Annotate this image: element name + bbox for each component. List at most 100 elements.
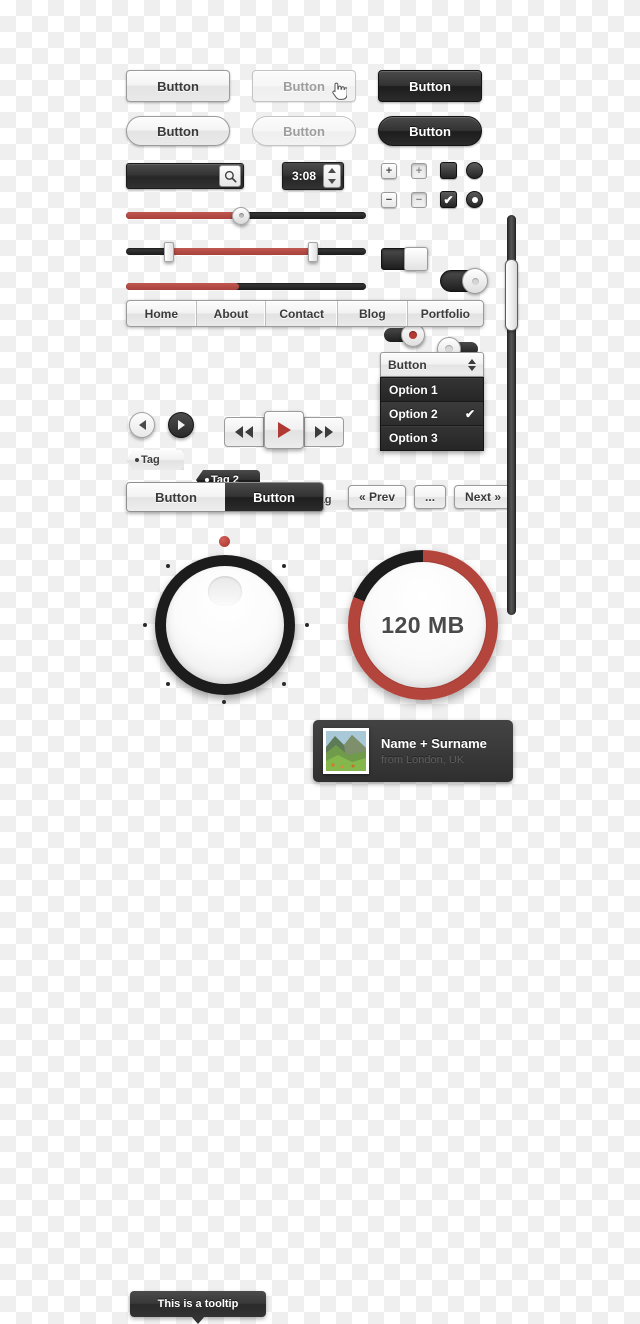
- profile-name: Name + Surname: [381, 736, 487, 751]
- check-icon: ✔: [464, 406, 475, 421]
- play-icon: [277, 422, 291, 438]
- pagination[interactable]: « Prev ... Next »: [348, 485, 513, 509]
- toggle-handle[interactable]: [462, 268, 488, 294]
- minus-icon: −: [415, 193, 423, 206]
- plus-icon: +: [385, 164, 393, 177]
- time-stepper-value: 3:08: [291, 169, 317, 183]
- pagination-ellipsis[interactable]: ...: [414, 485, 447, 509]
- toggle-handle[interactable]: [404, 247, 428, 271]
- dropdown-option-label: Option 2: [389, 406, 438, 421]
- rewind-icon: [235, 426, 253, 438]
- circle-button-next[interactable]: [168, 412, 194, 438]
- nav-item-home[interactable]: Home: [127, 301, 197, 326]
- profile-subtitle: from London, UK: [381, 754, 465, 766]
- progress-ring[interactable]: 120 MB: [348, 550, 498, 700]
- checkbox-checked[interactable]: ✔: [440, 191, 457, 208]
- check-icon: ✔: [443, 192, 454, 207]
- toggle-indicator-icon: [408, 331, 417, 339]
- chevron-updown-icon: [468, 358, 476, 371]
- progress-bar-fill: [126, 283, 239, 290]
- nav-item-about[interactable]: About: [197, 301, 267, 326]
- knob-tick: [282, 564, 286, 568]
- scrollbar-thumb[interactable]: [505, 259, 518, 331]
- stepper-minus-pressed[interactable]: −: [411, 192, 427, 208]
- dropdown-option-1[interactable]: Option 1: [381, 378, 483, 402]
- cursor-hand-icon: [332, 82, 347, 100]
- nav-item-portfolio[interactable]: Portfolio: [408, 301, 483, 326]
- slider-handle[interactable]: [232, 206, 251, 225]
- stepper-plus-default[interactable]: +: [381, 163, 397, 179]
- knob-tick: [222, 700, 226, 704]
- button-light-hover[interactable]: Button: [252, 70, 356, 102]
- knob-tick: [166, 682, 170, 686]
- navbar[interactable]: Home About Contact Blog Portfolio: [126, 300, 484, 327]
- search-button[interactable]: [219, 165, 241, 187]
- rewind-button[interactable]: [224, 417, 264, 447]
- dropdown-option-label: Option 1: [389, 382, 438, 397]
- progress-ring-value: 120 MB: [360, 562, 486, 688]
- nav-item-contact[interactable]: Contact: [266, 301, 339, 326]
- search-input[interactable]: [126, 163, 244, 189]
- profile-card[interactable]: Name + Surname from London, UK: [313, 720, 513, 782]
- button-pill-light[interactable]: Button: [126, 116, 230, 146]
- stepper-plus-pressed[interactable]: +: [411, 163, 427, 179]
- knob-body[interactable]: [155, 555, 295, 695]
- segmented-control[interactable]: Button Button: [126, 482, 324, 512]
- button-label: Button: [157, 123, 199, 139]
- radio-unselected[interactable]: [466, 162, 483, 179]
- knob-tick: [282, 682, 286, 686]
- triangle-down-icon[interactable]: [328, 179, 336, 184]
- triangle-right-icon: [177, 420, 185, 430]
- segment-left[interactable]: Button: [127, 483, 225, 511]
- pagination-next[interactable]: Next »: [454, 485, 513, 509]
- slider-range-fill: [169, 248, 314, 255]
- media-player-controls[interactable]: [224, 411, 344, 449]
- radio-selected[interactable]: [466, 191, 483, 208]
- triangle-up-icon[interactable]: [328, 168, 336, 173]
- dropdown-menu[interactable]: Option 1 Option 2 ✔ Option 3: [380, 377, 484, 451]
- button-label: Button: [283, 78, 325, 94]
- slider-handle-end[interactable]: [308, 241, 319, 262]
- select-dropdown[interactable]: Button Option 1 Option 2 ✔ Option 3: [380, 352, 484, 451]
- fast-forward-button[interactable]: [304, 417, 344, 447]
- segment-right[interactable]: Button: [225, 483, 323, 511]
- slider-handle-start[interactable]: [164, 241, 175, 262]
- profile-card-text: Name + Surname from London, UK: [381, 736, 487, 766]
- tag-label: Tag: [141, 454, 160, 466]
- nav-item-blog[interactable]: Blog: [338, 301, 408, 326]
- tooltip: This is a tooltip: [130, 1291, 266, 1317]
- button-pill-ghost[interactable]: Button: [252, 116, 356, 146]
- knob-tick: [166, 564, 170, 568]
- button-label: Button: [283, 123, 325, 139]
- slider-range[interactable]: [126, 241, 366, 262]
- knob-face: [166, 566, 284, 684]
- time-stepper-arrows[interactable]: [323, 164, 341, 188]
- dropdown-option-2[interactable]: Option 2 ✔: [381, 402, 483, 426]
- stepper-minus-default[interactable]: −: [381, 192, 397, 208]
- checkbox-unchecked[interactable]: [440, 162, 457, 179]
- knob-indicator-icon: [219, 536, 230, 547]
- plus-icon: +: [415, 164, 423, 177]
- toggle-mini-on[interactable]: [384, 323, 425, 347]
- select-trigger[interactable]: Button: [380, 352, 484, 377]
- circle-button-prev[interactable]: [129, 412, 155, 438]
- button-label: Button: [409, 123, 451, 139]
- toggle-round[interactable]: [440, 268, 488, 294]
- avatar: [323, 728, 369, 774]
- pagination-prev[interactable]: « Prev: [348, 485, 407, 509]
- select-value: Button: [388, 357, 427, 372]
- triangle-left-icon: [138, 420, 146, 430]
- progress-bar[interactable]: [126, 283, 366, 290]
- tag-light[interactable]: Tag: [126, 450, 184, 470]
- volume-knob[interactable]: [155, 555, 295, 695]
- play-button[interactable]: [264, 411, 304, 449]
- button-light-default[interactable]: Button: [126, 70, 230, 102]
- button-dark-default[interactable]: Button: [378, 70, 482, 102]
- scrollbar-track[interactable]: [505, 215, 518, 615]
- button-label: Button: [409, 78, 451, 94]
- toggle-square[interactable]: [381, 247, 428, 271]
- button-pill-dark[interactable]: Button: [378, 116, 482, 146]
- dropdown-option-3[interactable]: Option 3: [381, 426, 483, 450]
- slider-single[interactable]: [126, 206, 366, 225]
- time-stepper[interactable]: 3:08: [282, 162, 344, 190]
